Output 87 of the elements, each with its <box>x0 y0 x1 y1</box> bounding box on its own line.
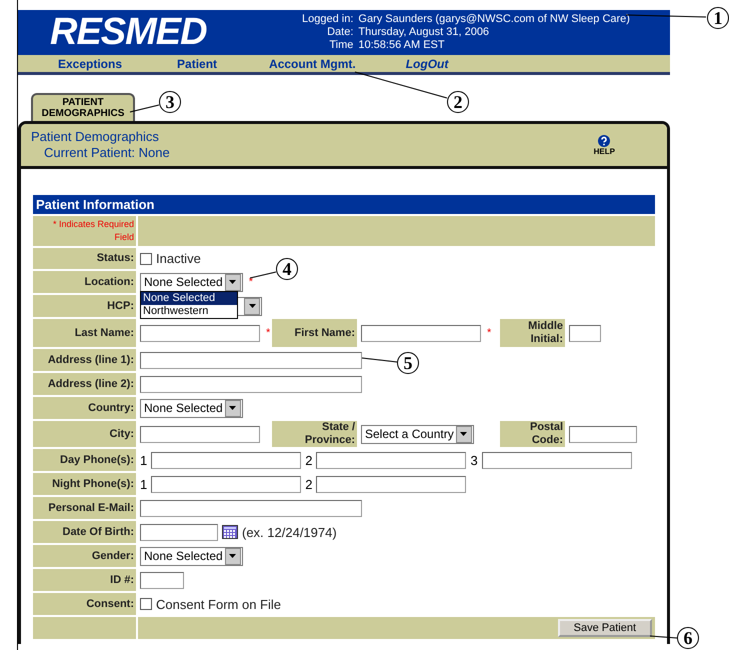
text-field[interactable] <box>361 324 481 342</box>
info-value: Gary Saunders (garys@NWSC.com of NW Sleep Care) <box>358 13 630 26</box>
panel-title: Patient Demographics <box>31 129 160 145</box>
text-field[interactable] <box>151 452 302 468</box>
text-field[interactable] <box>482 452 632 468</box>
caret-icon <box>224 548 241 564</box>
info-value: Thursday, August 31, 2006 <box>358 26 490 39</box>
field-label: City: <box>33 421 136 447</box>
text-field[interactable] <box>569 324 601 342</box>
logo: RESMED <box>50 11 208 54</box>
field-label: Consent: <box>33 593 136 615</box>
checkbox[interactable] <box>140 252 152 264</box>
caret-icon <box>224 400 241 416</box>
callout-number: 6 <box>677 627 699 649</box>
field-label: Address (line 1): <box>33 349 136 371</box>
callout-number: 3 <box>159 91 181 113</box>
phone-number-label: 2 <box>305 452 312 468</box>
text-field[interactable] <box>140 500 362 516</box>
nav-link[interactable]: Exceptions <box>58 56 122 70</box>
nav-link[interactable]: Account Mgmt. <box>269 56 356 70</box>
field-label: First Name: <box>272 319 357 347</box>
text-field[interactable] <box>140 524 218 540</box>
text-field[interactable] <box>151 476 302 492</box>
caret-icon <box>456 426 472 442</box>
info-label: Date: <box>326 26 354 39</box>
field-label: HCP: <box>33 295 136 317</box>
text-field[interactable] <box>140 352 362 368</box>
field-label: Location: <box>33 271 136 293</box>
field-label: Country: <box>33 397 136 419</box>
field-label: Address (line 2): <box>33 373 136 395</box>
field-label: Day Phone(s): <box>33 449 136 471</box>
field-label: Last Name: <box>33 319 136 347</box>
format-hint: (ex. 12/24/1974) <box>242 524 337 540</box>
required-marker: * <box>487 327 492 339</box>
field-label: Middle Initial: <box>500 319 565 347</box>
callout-number: 2 <box>447 91 469 113</box>
text-field[interactable] <box>316 476 466 492</box>
save-patient-button[interactable]: Save Patient <box>558 619 652 637</box>
checkbox-label: Inactive <box>156 251 201 266</box>
phone-number-label: 2 <box>305 476 312 492</box>
field-label: Postal Code: <box>500 421 565 447</box>
field-label: State / Province: <box>272 421 357 447</box>
dropdown[interactable]: None Selected <box>140 546 243 566</box>
dropdown[interactable]: None Selected <box>140 398 243 418</box>
info-value: 10:58:56 AM EST <box>358 39 445 52</box>
section-header: Patient Information <box>33 195 655 214</box>
field-label: Personal E-Mail: <box>33 497 136 519</box>
nav-link[interactable]: LogOut <box>406 56 448 70</box>
text-field[interactable] <box>316 452 466 468</box>
leader-line <box>650 636 677 638</box>
leader-line <box>362 358 397 362</box>
field-label: ID #: <box>33 569 136 591</box>
callout-number: 1 <box>707 7 729 29</box>
required-note: * Indicates Required Field <box>33 216 136 246</box>
tab[interactable]: PATIENT DEMOGRAPHICS <box>31 93 135 121</box>
help-icon <box>598 134 610 146</box>
info-label: Logged in: <box>302 13 354 26</box>
current-patient: Current Patient: None <box>43 145 170 161</box>
text-field[interactable] <box>140 572 184 588</box>
required-marker: * <box>248 276 254 288</box>
text-field[interactable] <box>140 376 362 392</box>
checkbox[interactable] <box>140 598 152 610</box>
field-label: Date Of Birth: <box>33 521 136 543</box>
text-field[interactable] <box>140 426 260 442</box>
caret-icon <box>244 298 260 314</box>
help-button[interactable]: HELP <box>594 134 615 156</box>
checkbox-label: Consent Form on File <box>156 596 281 612</box>
dropdown-option[interactable]: Northwestern <box>141 304 237 318</box>
phone-number-label: 1 <box>140 452 148 468</box>
callout-number: 4 <box>276 258 298 280</box>
phone-number-label: 3 <box>470 452 478 468</box>
field-label: Night Phone(s): <box>33 473 136 495</box>
callout-number: 5 <box>397 352 419 374</box>
field-label: Status: <box>33 248 136 269</box>
dropdown[interactable]: None Selected <box>140 272 243 292</box>
dropdown-option[interactable]: None Selected <box>141 292 237 304</box>
leader-line <box>250 272 276 278</box>
dropdown[interactable]: Select a Country <box>361 424 474 444</box>
text-field[interactable] <box>569 426 637 442</box>
info-label: Time <box>328 39 354 52</box>
phone-number-label: 1 <box>140 476 148 492</box>
nav-link[interactable]: Patient <box>177 56 218 70</box>
leader-line <box>130 105 159 112</box>
required-marker: * <box>266 327 270 339</box>
text-field[interactable] <box>140 324 260 342</box>
field-label: Gender: <box>33 545 136 567</box>
calendar-icon[interactable] <box>222 525 238 539</box>
